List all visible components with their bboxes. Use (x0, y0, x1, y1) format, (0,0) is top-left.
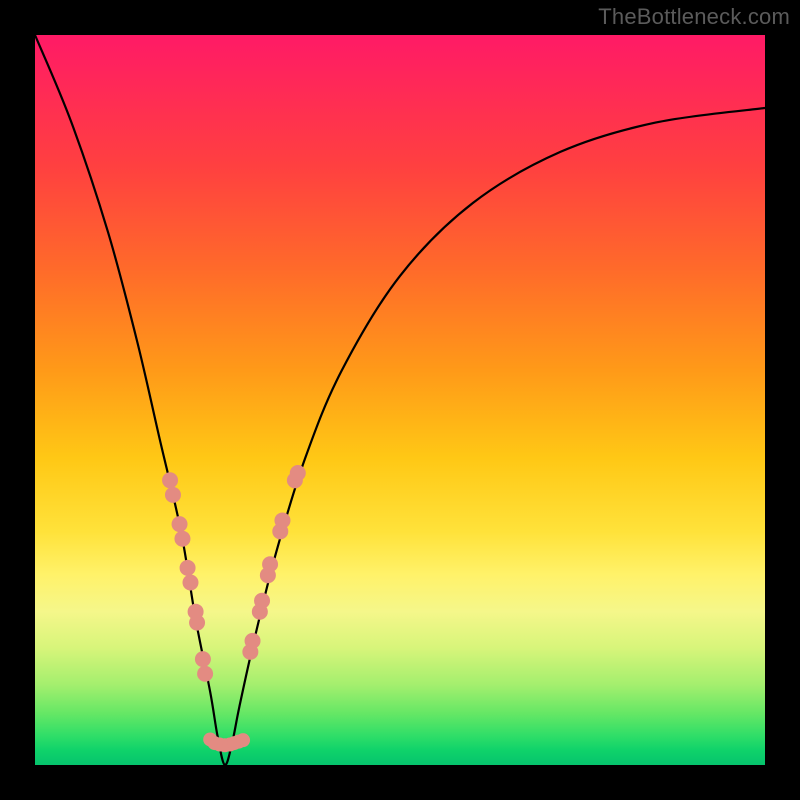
markers-bottom (203, 732, 250, 752)
data-marker (162, 472, 178, 488)
data-marker (262, 556, 278, 572)
data-marker (236, 733, 250, 747)
data-marker (245, 633, 261, 649)
data-marker (197, 666, 213, 682)
data-marker (182, 575, 198, 591)
data-marker (195, 651, 211, 667)
markers-left (162, 472, 213, 681)
data-marker (174, 531, 190, 547)
data-marker (189, 615, 205, 631)
watermark-text: TheBottleneck.com (598, 4, 790, 30)
chart-frame: TheBottleneck.com (0, 0, 800, 800)
data-marker (172, 516, 188, 532)
data-marker (254, 593, 270, 609)
markers-right (242, 465, 305, 660)
data-marker (274, 512, 290, 528)
plot-area (35, 35, 765, 765)
bottleneck-curve (35, 35, 765, 765)
curve-layer (35, 35, 765, 765)
data-marker (165, 487, 181, 503)
data-marker (290, 465, 306, 481)
data-marker (180, 560, 196, 576)
